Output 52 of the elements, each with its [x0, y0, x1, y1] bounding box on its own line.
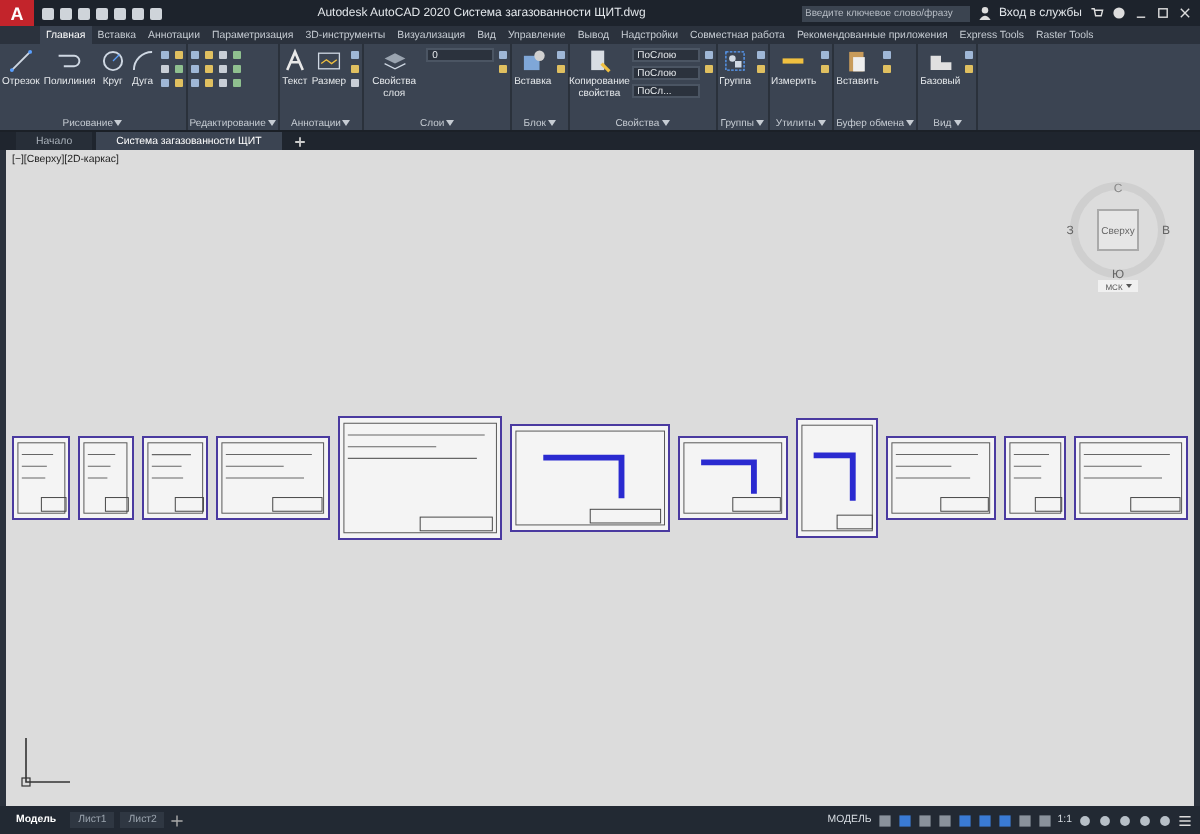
- caret-icon[interactable]: [661, 120, 670, 126]
- caret-icon[interactable]: [342, 120, 351, 126]
- drawing-sheet: [78, 436, 134, 520]
- drawing-sheet: [796, 418, 879, 538]
- maximize-icon[interactable]: [1156, 6, 1170, 20]
- dimension-icon: [315, 48, 342, 74]
- status-bar-icon[interactable]: [957, 813, 972, 827]
- match-icon: [586, 48, 613, 74]
- close-icon[interactable]: [1178, 6, 1192, 20]
- status-bar-icon[interactable]: [897, 813, 912, 827]
- status-bar-icon[interactable]: [1118, 813, 1132, 827]
- add-tab-icon[interactable]: [293, 135, 306, 147]
- status-bar-icon[interactable]: [997, 813, 1012, 827]
- status-bar-icon[interactable]: [937, 813, 952, 827]
- status-bar-icon[interactable]: [1158, 813, 1172, 827]
- layers-icon: [381, 48, 408, 74]
- drawing-sheet: [216, 436, 330, 520]
- arc-icon: [129, 48, 156, 74]
- caret-icon[interactable]: [817, 120, 826, 126]
- drawing-sheet: [1003, 436, 1067, 520]
- caret-icon[interactable]: [267, 120, 276, 126]
- status-bar-icon[interactable]: [977, 813, 992, 827]
- caret-icon[interactable]: [114, 120, 123, 126]
- menu-icon[interactable]: [1178, 813, 1192, 827]
- caret-icon[interactable]: [953, 120, 962, 126]
- drawing-sheet: [678, 436, 789, 520]
- caret-icon[interactable]: [906, 120, 915, 126]
- caret-icon[interactable]: [547, 120, 556, 126]
- text-icon: [281, 48, 308, 74]
- cart-icon[interactable]: [1090, 6, 1104, 20]
- add-tab-icon[interactable]: [170, 813, 185, 827]
- caret-icon[interactable]: [755, 120, 764, 126]
- drawing-sheet: [886, 436, 996, 520]
- status-bar-icon[interactable]: [1078, 813, 1092, 827]
- caret-icon[interactable]: [446, 120, 455, 126]
- circle-icon: [99, 48, 126, 74]
- group-icon: [722, 48, 749, 74]
- drawing-sheet: [1074, 436, 1188, 520]
- user-icon[interactable]: [977, 6, 991, 20]
- help-icon[interactable]: [1112, 6, 1126, 20]
- insert-icon: [519, 48, 546, 74]
- status-bar-icon[interactable]: [1037, 813, 1052, 827]
- status-bar-icon[interactable]: [917, 813, 932, 827]
- drawing-sheet: [141, 436, 209, 520]
- status-bar-icon[interactable]: [1098, 813, 1112, 827]
- drawing-sheet: [12, 436, 71, 520]
- app-logo[interactable]: A: [0, 0, 34, 26]
- status-bar-icon[interactable]: [1017, 813, 1032, 827]
- status-bar-icon[interactable]: [877, 813, 892, 827]
- status-bar-icon[interactable]: [1138, 813, 1152, 827]
- paste-icon: [844, 48, 871, 74]
- line-icon: [7, 48, 34, 74]
